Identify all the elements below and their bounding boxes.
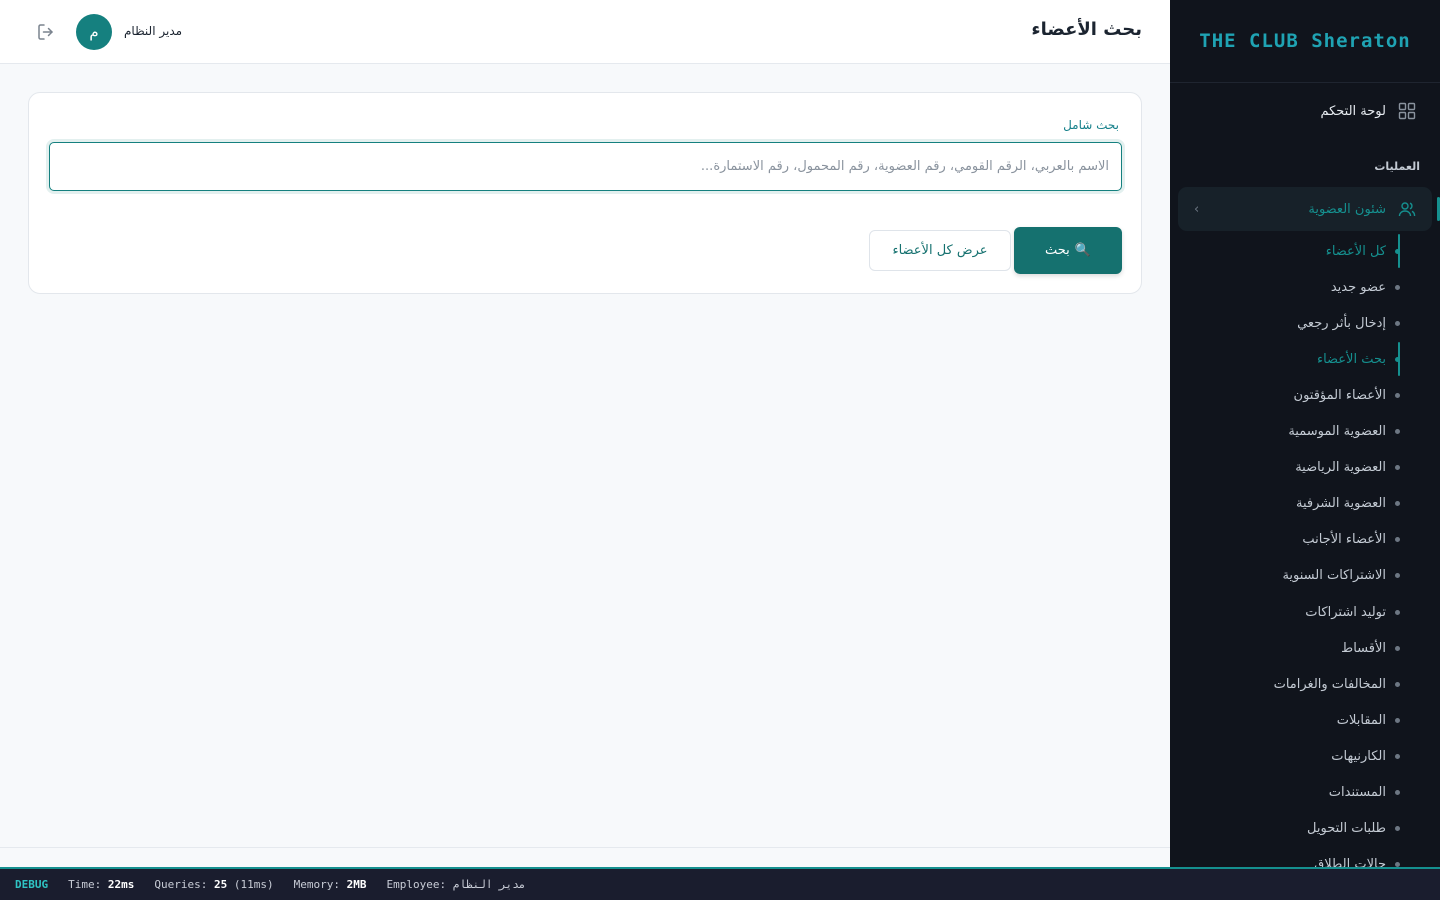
bullet-icon <box>1395 356 1400 362</box>
sidebar-group-membership[interactable]: شئون العضوية ‹ <box>1178 187 1432 231</box>
sidebar-item-annual-subscriptions[interactable]: الاشتراكات السنوية <box>1282 564 1400 586</box>
bullet-icon <box>1395 320 1400 326</box>
logout-icon[interactable] <box>36 22 56 42</box>
debug-queries-value: 25 <box>213 878 228 891</box>
bullet-icon <box>1395 753 1400 759</box>
debug-employee-value: مدير النظام <box>452 878 526 891</box>
debug-employee: Employee: مدير النظام <box>386 878 525 891</box>
users-icon <box>1398 202 1416 217</box>
sidebar-item-label: بحث الأعضاء <box>1316 351 1386 367</box>
brand-logo[interactable]: THE CLUB Sheraton <box>1170 0 1440 83</box>
sidebar-item-member-search[interactable]: بحث الأعضاء <box>1317 348 1400 370</box>
sidebar-item-label: المقابلات <box>1336 712 1386 728</box>
bullet-icon <box>1395 789 1400 795</box>
search-button-label: بحث <box>1045 243 1070 258</box>
sidebar-item-label: العضوية الموسمية <box>1288 423 1386 439</box>
sidebar-item-temporary-members[interactable]: الأعضاء المؤقتون <box>1294 384 1400 406</box>
debug-time: Time: 22ms <box>68 878 134 891</box>
bullet-icon <box>1395 392 1400 398</box>
debug-employee-label: Employee: <box>386 878 447 891</box>
sidebar-item-label: الأعضاء الأجانب <box>1302 531 1386 547</box>
sidebar-item-divorce-cases[interactable]: حالات الطلاق <box>1314 853 1400 868</box>
search-card: بحث شامل 🔍 بحث عرض كل الأعضاء <box>28 92 1142 294</box>
bullet-icon <box>1395 645 1400 651</box>
sidebar-item-label: الأعضاء المؤقتون <box>1293 387 1386 403</box>
debug-time-label: Time: <box>68 878 102 891</box>
search-button[interactable]: 🔍 بحث <box>1014 227 1122 274</box>
sidebar: THE CLUB Sheraton لوحة التحكم العمليات ش… <box>1170 0 1440 868</box>
bullet-icon <box>1395 572 1400 578</box>
sidebar-item-dashboard[interactable]: لوحة التحكم <box>1194 102 1416 120</box>
sidebar-item-label: الكارنيهات <box>1331 748 1386 764</box>
sidebar-item-interviews[interactable]: المقابلات <box>1337 709 1400 731</box>
debug-tag: DEBUG <box>15 878 49 891</box>
sidebar-item-violations-fines[interactable]: المخالفات والغرامات <box>1274 673 1400 695</box>
sidebar-item-foreign-members[interactable]: الأعضاء الأجانب <box>1302 528 1400 550</box>
bullet-icon <box>1395 609 1400 615</box>
sidebar-item-label: الاشتراكات السنوية <box>1282 567 1386 583</box>
sidebar-group-label: شئون العضوية <box>1308 201 1386 217</box>
debug-queries: Queries: 25 (11ms) <box>154 878 273 891</box>
bullet-icon <box>1395 861 1400 867</box>
search-label: بحث شامل <box>1063 118 1119 132</box>
sidebar-item-label: العضوية الرياضية <box>1295 459 1386 475</box>
bullet-icon <box>1395 248 1400 254</box>
sidebar-item-retroactive-entry[interactable]: إدخال بأثر رجعي <box>1297 312 1400 334</box>
sidebar-item-label: طلبات التحويل <box>1307 820 1386 836</box>
sidebar-item-label: توليد اشتراكات <box>1305 604 1386 620</box>
bullet-icon <box>1395 500 1400 506</box>
sidebar-item-label: المستندات <box>1328 784 1386 800</box>
sidebar-item-all-members[interactable]: كل الأعضاء <box>1326 240 1400 262</box>
debug-time-value: 22ms <box>107 878 135 891</box>
debug-queries-label: Queries: <box>154 878 208 891</box>
sidebar-item-label: لوحة التحكم <box>1320 103 1386 119</box>
chevron-left-icon: ‹ <box>1194 201 1200 217</box>
debug-memory-value: 2MB <box>346 878 367 891</box>
sidebar-item-label: كل الأعضاء <box>1325 243 1386 259</box>
user-name: مدير النظام <box>124 24 183 38</box>
sidebar-item-label: المخالفات والغرامات <box>1273 676 1386 692</box>
debug-memory: Memory: 2MB <box>294 878 367 891</box>
sidebar-item-documents[interactable]: المستندات <box>1329 781 1400 803</box>
sidebar-section-title: العمليات <box>1374 160 1420 173</box>
debug-queries-extra: (11ms) <box>233 878 274 891</box>
bullet-icon <box>1395 681 1400 687</box>
brand-name: THE CLUB Sheraton <box>1199 30 1411 52</box>
footer-divider <box>0 847 1170 848</box>
sidebar-item-generate-subscriptions[interactable]: توليد اشتراكات <box>1305 601 1400 623</box>
page-title: بحث الأعضاء <box>1031 19 1142 40</box>
grid-icon <box>1398 102 1416 120</box>
sidebar-item-label: إدخال بأثر رجعي <box>1297 315 1386 331</box>
bullet-icon <box>1395 428 1400 434</box>
debug-bar: DEBUG Time: 22ms Queries: 25 (11ms) Memo… <box>0 867 1440 900</box>
sidebar-item-honorary-membership[interactable]: العضوية الشرفية <box>1296 492 1400 514</box>
bullet-icon <box>1395 464 1400 470</box>
sidebar-item-installments[interactable]: الأقساط <box>1341 637 1400 659</box>
sidebar-item-label: العضوية الشرفية <box>1295 495 1386 511</box>
avatar[interactable]: م <box>76 14 112 50</box>
search-icon: 🔍 <box>1074 243 1091 258</box>
search-input[interactable] <box>49 142 1122 191</box>
show-all-members-button[interactable]: عرض كل الأعضاء <box>869 230 1011 271</box>
topbar: بحث الأعضاء م مدير النظام <box>0 0 1170 64</box>
bullet-icon <box>1395 536 1400 542</box>
sidebar-item-transfer-requests[interactable]: طلبات التحويل <box>1307 817 1400 839</box>
sidebar-item-label: عضو جديد <box>1330 279 1386 295</box>
bullet-icon <box>1395 284 1400 290</box>
sidebar-item-label: الأقساط <box>1341 640 1386 656</box>
sidebar-item-sports-membership[interactable]: العضوية الرياضية <box>1295 456 1400 478</box>
debug-memory-label: Memory: <box>293 878 340 891</box>
sidebar-item-seasonal-membership[interactable]: العضوية الموسمية <box>1288 420 1400 442</box>
bullet-icon <box>1395 825 1400 831</box>
sidebar-item-new-member[interactable]: عضو جديد <box>1331 276 1400 298</box>
sidebar-item-cards[interactable]: الكارنيهات <box>1331 745 1400 767</box>
bullet-icon <box>1395 717 1400 723</box>
